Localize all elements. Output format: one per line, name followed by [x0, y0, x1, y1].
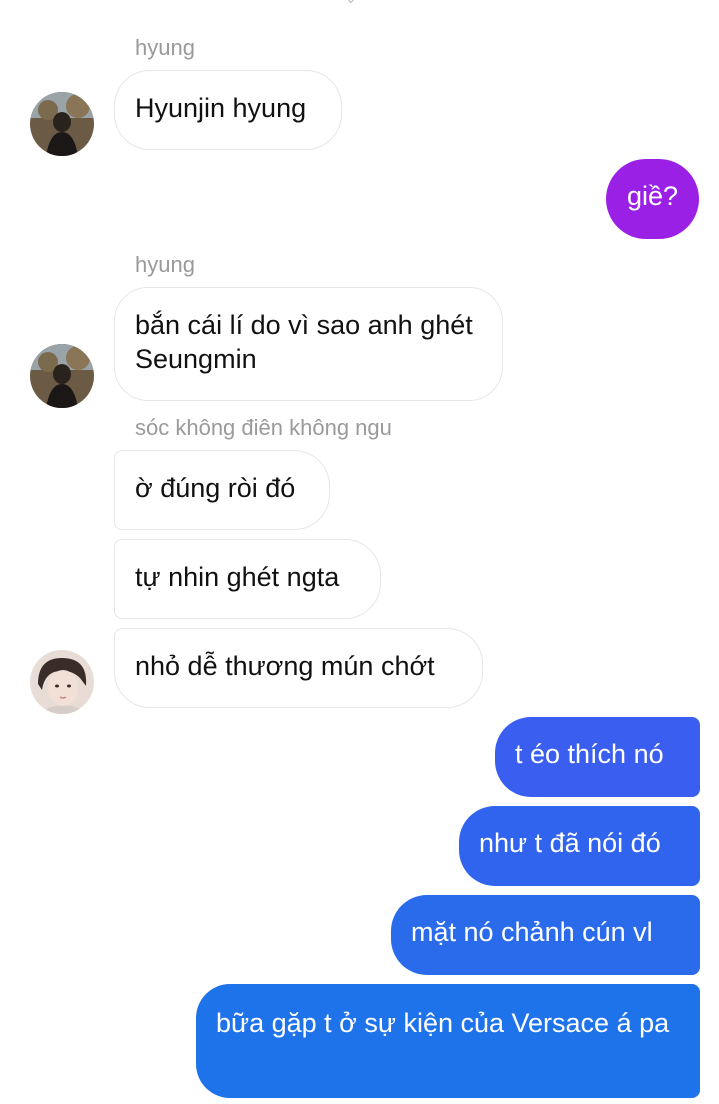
message-text: t éo thích nó — [515, 739, 664, 769]
message-text: ờ đúng ròi đó — [135, 473, 296, 503]
sender-name: hyung — [135, 35, 195, 60]
message-bubble[interactable]: ờ đúng ròi đó — [114, 450, 330, 530]
message-text: Hyunjin hyung — [135, 93, 307, 123]
message-text: như t đã nói đó — [479, 828, 661, 858]
avatar-soc[interactable] — [30, 650, 94, 714]
sender-name: hyung — [135, 252, 195, 277]
sender-name: sóc không điên không ngu — [135, 415, 392, 440]
message-bubble[interactable]: t éo thích nó — [495, 717, 700, 797]
message-text: nhỏ dễ thương mún chớt — [135, 651, 435, 681]
message-text: tự nhin ghét ngta — [135, 562, 340, 592]
message-bubble[interactable]: nhỏ dễ thương mún chớt — [114, 628, 483, 708]
avatar-hyung[interactable] — [30, 92, 94, 156]
message-bubble[interactable]: bữa gặp t ở sự kiện của Versace á pa — [196, 984, 700, 1098]
message-bubble[interactable]: Hyunjin hyung — [114, 70, 342, 150]
message-bubble[interactable]: bắn cái lí do vì sao anh ghét Seungmin — [114, 287, 503, 401]
message-bubble[interactable]: giề? — [606, 159, 699, 239]
message-bubble[interactable]: như t đã nói đó — [459, 806, 700, 886]
message-bubble[interactable]: tự nhin ghét ngta — [114, 539, 381, 619]
message-text: bữa gặp t ở sự kiện của Versace á pa — [216, 1008, 670, 1038]
message-text: mặt nó chảnh cún vl — [411, 917, 653, 947]
message-text: bắn cái lí do vì sao anh ghét Seungmin — [135, 310, 473, 374]
top-cutoff-text: ⌄ — [345, 0, 357, 6]
message-text: giề? — [626, 181, 679, 211]
message-bubble[interactable]: mặt nó chảnh cún vl — [391, 895, 700, 975]
avatar-hyung[interactable] — [30, 344, 94, 408]
